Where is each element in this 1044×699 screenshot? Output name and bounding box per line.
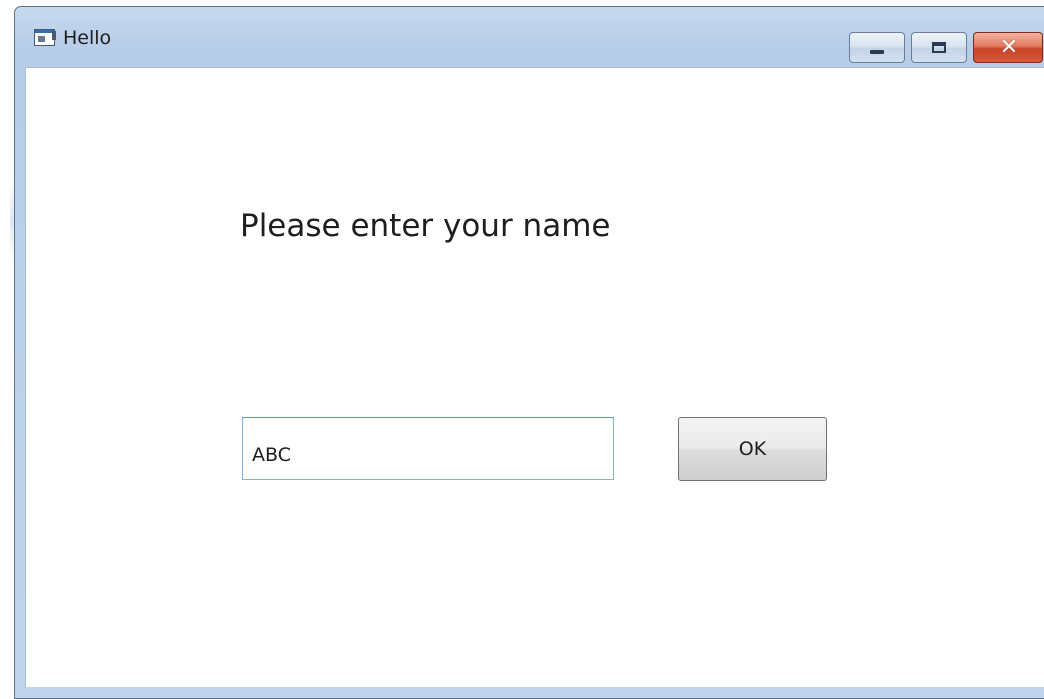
close-button[interactable]: ✕ bbox=[973, 32, 1043, 63]
name-prompt-label: Please enter your name bbox=[240, 208, 611, 244]
maximize-button[interactable] bbox=[911, 32, 967, 63]
hello-window: Hello ✕ Please enter your name OK bbox=[14, 6, 1044, 699]
minimize-button[interactable] bbox=[849, 32, 905, 63]
window-title: Hello bbox=[63, 27, 112, 49]
window-app-icon[interactable] bbox=[34, 29, 56, 46]
minimize-icon bbox=[870, 50, 884, 54]
ok-button[interactable]: OK bbox=[678, 417, 827, 481]
title-bar[interactable]: Hello ✕ bbox=[15, 7, 1044, 67]
maximize-icon bbox=[932, 42, 946, 53]
client-area: Please enter your name OK bbox=[25, 67, 1044, 687]
desktop-background bbox=[0, 0, 14, 699]
name-input[interactable] bbox=[242, 417, 614, 480]
close-icon: ✕ bbox=[999, 35, 1019, 60]
